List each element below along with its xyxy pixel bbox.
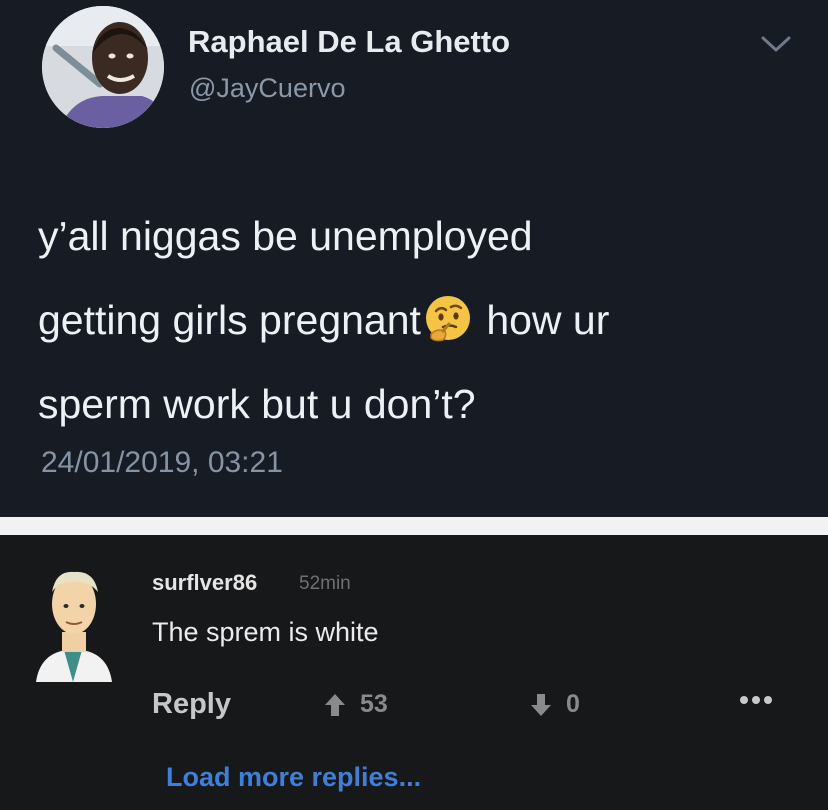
downvote-button[interactable]: 0: [530, 690, 580, 719]
more-options-icon[interactable]: [738, 693, 774, 707]
comment-card: surflver86 52min The sprem is white Repl…: [0, 535, 828, 810]
downvote-count: 0: [566, 690, 580, 718]
tweet-card: Raphael De La Ghetto @JayCuervo y’all ni…: [0, 0, 828, 517]
tweet-text-line-2b: how ur: [474, 297, 610, 343]
image-divider: [0, 517, 828, 535]
commenter-avatar[interactable]: [26, 562, 120, 682]
reply-button[interactable]: Reply: [152, 688, 231, 721]
tweet-text: y’all niggas be unemployed getting girls…: [38, 194, 798, 446]
upvote-button[interactable]: 53: [324, 690, 388, 719]
author-avatar[interactable]: [42, 6, 164, 128]
comment-time: 52min: [299, 573, 351, 594]
tweet-text-line-2a: getting girls pregnant: [38, 297, 421, 343]
author-name[interactable]: Raphael De La Ghetto: [188, 24, 510, 60]
thinking-face-icon: [425, 296, 470, 342]
load-more-replies-link[interactable]: Load more replies...: [166, 762, 421, 793]
arrow-up-icon: [325, 693, 345, 716]
tweet-text-line-2: getting girls pregnant how ur: [38, 278, 798, 362]
tweet-text-line-1: y’all niggas be unemployed: [38, 213, 533, 259]
arrow-down-icon: [531, 693, 551, 716]
upvote-count: 53: [360, 690, 388, 718]
chevron-down-icon[interactable]: [760, 34, 792, 54]
comment-username[interactable]: surflver86: [152, 570, 257, 596]
tweet-text-line-3: sperm work but u don’t?: [38, 381, 476, 427]
comment-text: The sprem is white: [152, 617, 379, 647]
author-handle[interactable]: @JayCuervo: [189, 73, 345, 104]
tweet-timestamp[interactable]: 24/01/2019, 03:21: [41, 446, 283, 480]
